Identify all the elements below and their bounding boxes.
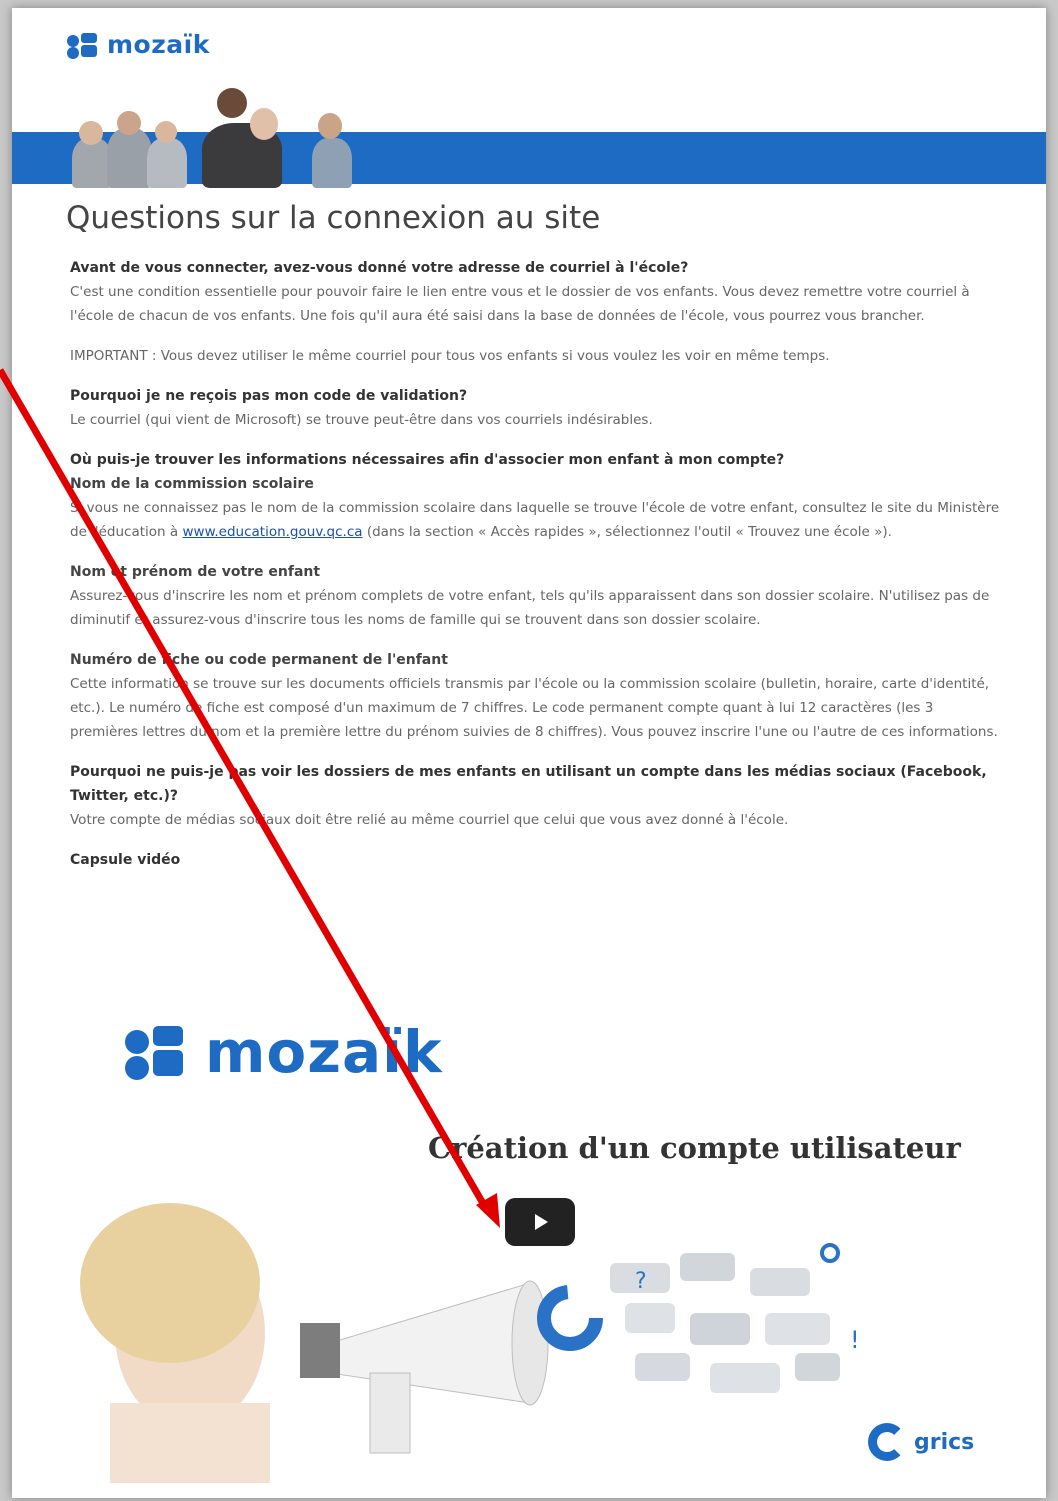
important-note: IMPORTANT : Vous devez utiliser le même … <box>70 348 830 364</box>
faq-answer-3a: Si vous ne connaissez pas le nom de la c… <box>70 500 1000 540</box>
document-page: mozaïk Questions sur la connexion au sit… <box>12 8 1046 1498</box>
video-heading: Capsule vidéo <box>70 852 181 868</box>
faq-content: Questions sur la connexion au site Avant… <box>66 200 1005 872</box>
faq-answer-2: Le courriel (qui vient de Microsoft) se … <box>70 412 653 428</box>
faq-answer-4: Votre compte de médias sociaux doit être… <box>70 812 789 828</box>
family-photo <box>62 83 362 188</box>
video-player[interactable]: mozaïk Création d'un compte utilisateur <box>50 983 1010 1483</box>
faq-question-4: Pourquoi ne puis-je pas voir les dossier… <box>70 764 987 804</box>
subheading-name: Nom et prénom de votre enfant <box>70 564 321 580</box>
site-header: mozaïk <box>12 8 1046 188</box>
svg-text:!: ! <box>850 1326 860 1354</box>
logo-text: mozaïk <box>107 30 210 59</box>
grics-logo: grics <box>868 1423 974 1461</box>
video-thumbnail-art: ? ! <box>80 1203 860 1483</box>
faq-question-2: Pourquoi je ne reçois pas mon code de va… <box>70 388 468 404</box>
faq-answer-3c: Cette information se trouve sur les docu… <box>70 676 998 740</box>
education-link[interactable]: www.education.gouv.qc.ca <box>182 524 362 540</box>
faq-question-1: Avant de vous connecter, avez-vous donné… <box>70 260 689 276</box>
grics-text: grics <box>914 1429 975 1455</box>
mozaik-logo-icon <box>67 31 99 59</box>
mozaik-logo[interactable]: mozaïk <box>67 30 210 59</box>
subheading-code: Numéro de fiche ou code permanent de l'e… <box>70 652 448 668</box>
faq-question-3: Où puis-je trouver les informations néce… <box>70 452 785 468</box>
grics-logo-icon <box>868 1423 906 1461</box>
faq-answer-1: C'est une condition essentielle pour pou… <box>70 284 970 324</box>
faq-answer-3b: Assurez-vous d'inscrire les nom et préno… <box>70 588 990 628</box>
subheading-commission: Nom de la commission scolaire <box>70 476 314 492</box>
page-title: Questions sur la connexion au site <box>66 200 601 236</box>
svg-text:?: ? <box>635 1269 647 1294</box>
